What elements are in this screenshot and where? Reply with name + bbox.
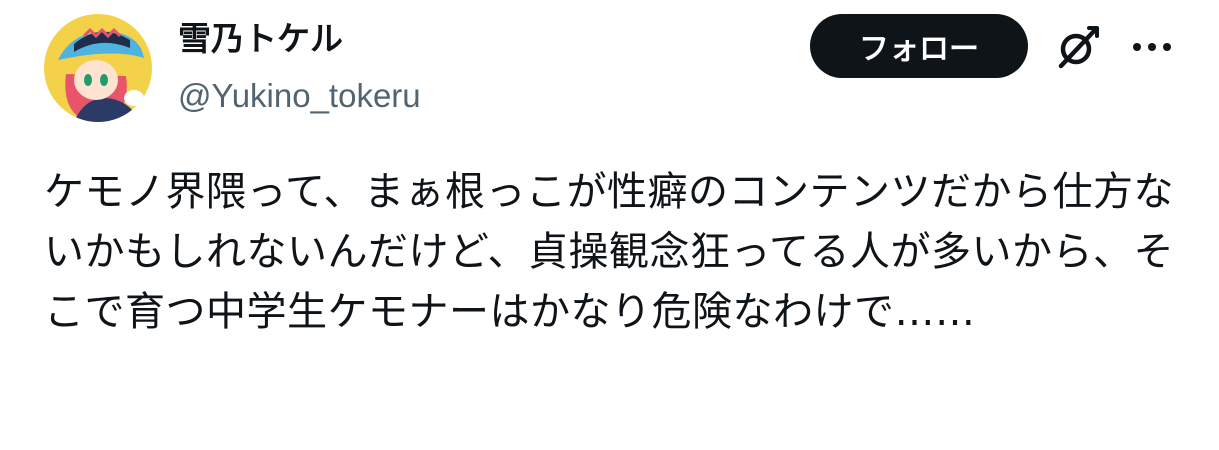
follow-button[interactable]: フォロー: [810, 14, 1028, 78]
more-options-button[interactable]: [1130, 32, 1174, 62]
author-display-name[interactable]: 雪乃トケル: [178, 17, 343, 61]
tweet: 雪乃トケル @Yukino_tokeru フォロー ケモノ界隈って、まぁ根っこが…: [0, 0, 1219, 450]
author-handle[interactable]: @Yukino_tokeru: [178, 74, 421, 118]
more-dots-icon: [1133, 43, 1171, 51]
avatar-icon: [44, 14, 152, 122]
grok-button[interactable]: [1053, 22, 1103, 72]
tweet-text: ケモノ界隈って、まぁ根っこが性癖のコンテンツだから仕方ないかもしれないんだけど、…: [44, 169, 1174, 335]
grok-slash-icon: [1058, 26, 1099, 69]
user-avatar[interactable]: [44, 14, 152, 122]
